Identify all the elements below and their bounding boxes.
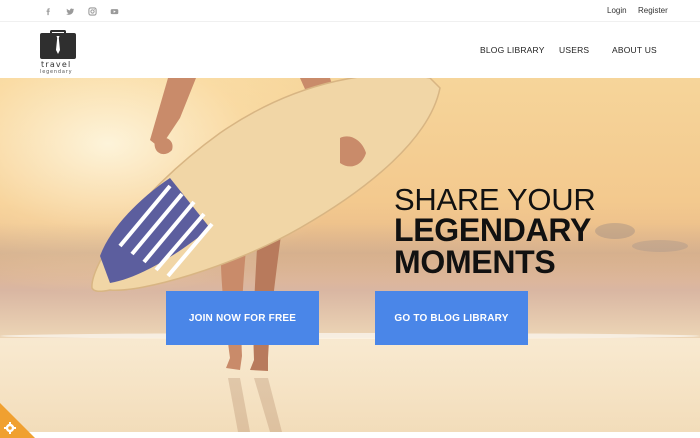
tie-icon <box>56 36 60 54</box>
hero-headline-line3: MOMENTS <box>394 244 556 280</box>
join-now-button[interactable]: JOIN NOW FOR FREE <box>166 291 319 345</box>
page-bottom-strip <box>0 432 700 438</box>
surfer-with-surfboard-image <box>91 78 688 432</box>
top-utility-bar: Login Register <box>0 0 700 22</box>
youtube-icon[interactable] <box>108 5 120 17</box>
nav-blog-library[interactable]: BLOG LIBRARY <box>480 45 545 55</box>
instagram-icon[interactable] <box>86 5 98 17</box>
login-link[interactable]: Login <box>607 6 627 15</box>
settings-gear-icon[interactable] <box>0 403 35 438</box>
logo-text-legendary: legendary <box>40 69 73 75</box>
twitter-icon[interactable] <box>64 5 76 17</box>
logo-text-travel: travel <box>41 60 72 69</box>
nav-about-us[interactable]: ABOUT US <box>612 45 657 55</box>
facebook-icon[interactable] <box>42 5 54 17</box>
travel-legendary-logo[interactable]: travel legendary <box>38 30 82 75</box>
nav-users[interactable]: USERS <box>559 45 589 55</box>
hero-banner: SHARE YOUR LEGENDARY MOMENTS JOIN NOW FO… <box>0 78 700 432</box>
main-header: travel legendary BLOG LIBRARY USERS ABOU… <box>0 22 700 78</box>
register-link[interactable]: Register <box>638 6 668 15</box>
go-to-blog-library-button[interactable]: GO TO BLOG LIBRARY <box>375 291 528 345</box>
